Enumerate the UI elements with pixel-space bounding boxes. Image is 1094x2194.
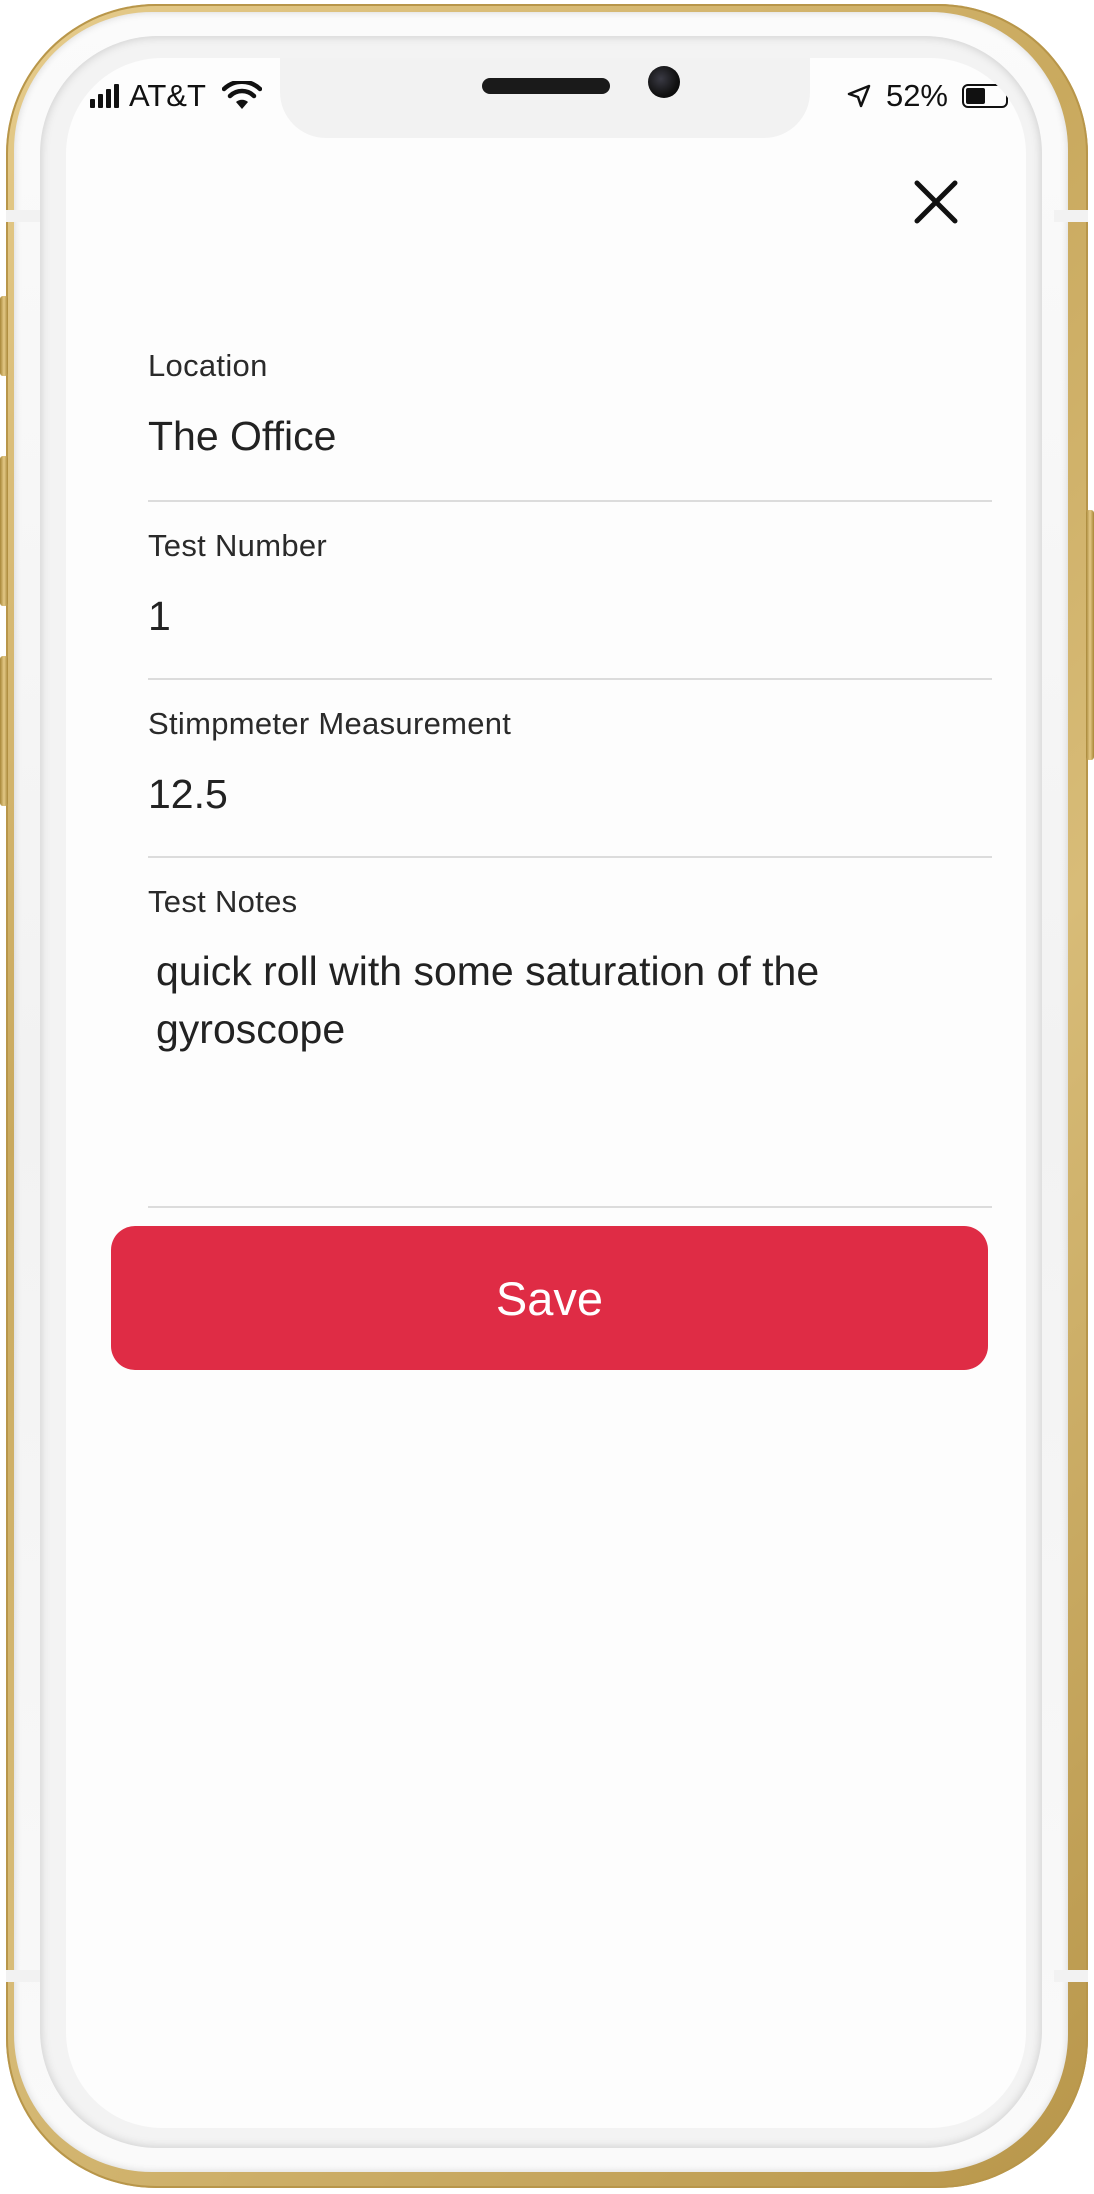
signal-icon <box>90 84 119 108</box>
antenna-line <box>6 210 40 222</box>
test-notes-label: Test Notes <box>148 884 298 919</box>
screen: AT&T 52% Location The Office Test Number… <box>66 58 1026 2128</box>
front-camera <box>648 66 680 98</box>
wifi-icon <box>221 81 262 109</box>
location-field[interactable]: Location The Office <box>148 348 992 502</box>
battery-icon <box>962 84 1008 108</box>
status-bar-left: AT&T <box>90 68 262 124</box>
antenna-line <box>1054 1970 1088 1982</box>
side-button-volume-up <box>0 456 8 606</box>
side-button-volume-down <box>0 656 8 806</box>
test-number-field[interactable]: Test Number 1 <box>148 502 992 680</box>
test-notes-field[interactable]: Test Notes quick roll with some saturati… <box>148 858 992 1208</box>
side-button-mute <box>0 296 8 376</box>
side-button-power <box>1086 510 1094 760</box>
location-input[interactable]: The Office <box>148 412 992 460</box>
stimpmeter-label: Stimpmeter Measurement <box>148 706 512 741</box>
test-notes-textarea[interactable]: quick roll with some saturation of the g… <box>148 942 956 1058</box>
speaker-grille <box>482 78 610 94</box>
test-number-input[interactable]: 1 <box>148 592 992 640</box>
notch <box>280 58 810 138</box>
close-icon <box>914 180 958 224</box>
save-button[interactable]: Save <box>111 1226 988 1370</box>
location-arrow-icon <box>847 84 871 108</box>
status-bar-right: 52% <box>846 68 1008 124</box>
antenna-line <box>1054 210 1088 222</box>
battery-percent: 52% <box>885 78 948 113</box>
close-button[interactable] <box>912 178 960 226</box>
stimpmeter-input[interactable]: 12.5 <box>148 770 992 818</box>
stimpmeter-field[interactable]: Stimpmeter Measurement 12.5 <box>148 680 992 858</box>
antenna-line <box>6 1970 40 1982</box>
carrier-label: AT&T <box>129 78 206 113</box>
test-form: Location The Office Test Number 1 Stimpm… <box>148 348 992 1208</box>
location-label: Location <box>148 348 268 383</box>
test-number-label: Test Number <box>148 528 328 563</box>
